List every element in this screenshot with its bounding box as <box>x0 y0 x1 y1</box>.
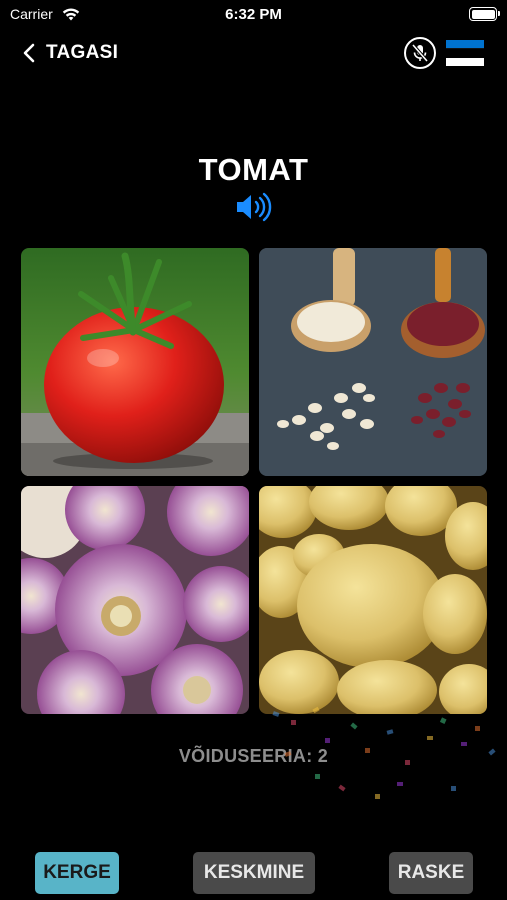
choice-beans[interactable] <box>259 248 487 476</box>
difficulty-medium-button[interactable]: KESKMINE <box>193 852 315 894</box>
status-bar: Carrier 6:32 PM <box>0 0 507 30</box>
difficulty-hard-button[interactable]: RASKE <box>389 852 473 894</box>
turnip-image <box>21 486 249 714</box>
speaker-icon[interactable] <box>235 192 273 222</box>
choice-turnip[interactable] <box>21 486 249 714</box>
mic-toggle-button[interactable] <box>404 37 436 69</box>
beans-image <box>259 248 487 476</box>
tomato-image <box>21 248 249 476</box>
chevron-left-icon <box>23 43 35 63</box>
battery-icon <box>469 7 500 21</box>
mic-off-icon <box>411 43 429 63</box>
back-button[interactable]: TAGASI <box>22 38 118 68</box>
target-word: TOMAT <box>198 152 309 187</box>
estonian-flag-icon[interactable] <box>446 40 484 66</box>
choice-tomato[interactable] <box>21 248 249 476</box>
difficulty-easy-button[interactable]: KERGE <box>35 852 119 894</box>
back-label: TAGASI <box>46 42 119 63</box>
confetti-decoration <box>272 706 496 799</box>
choice-potato[interactable] <box>259 486 487 714</box>
potato-image <box>259 486 487 714</box>
clock: 6:32 PM <box>225 6 282 23</box>
